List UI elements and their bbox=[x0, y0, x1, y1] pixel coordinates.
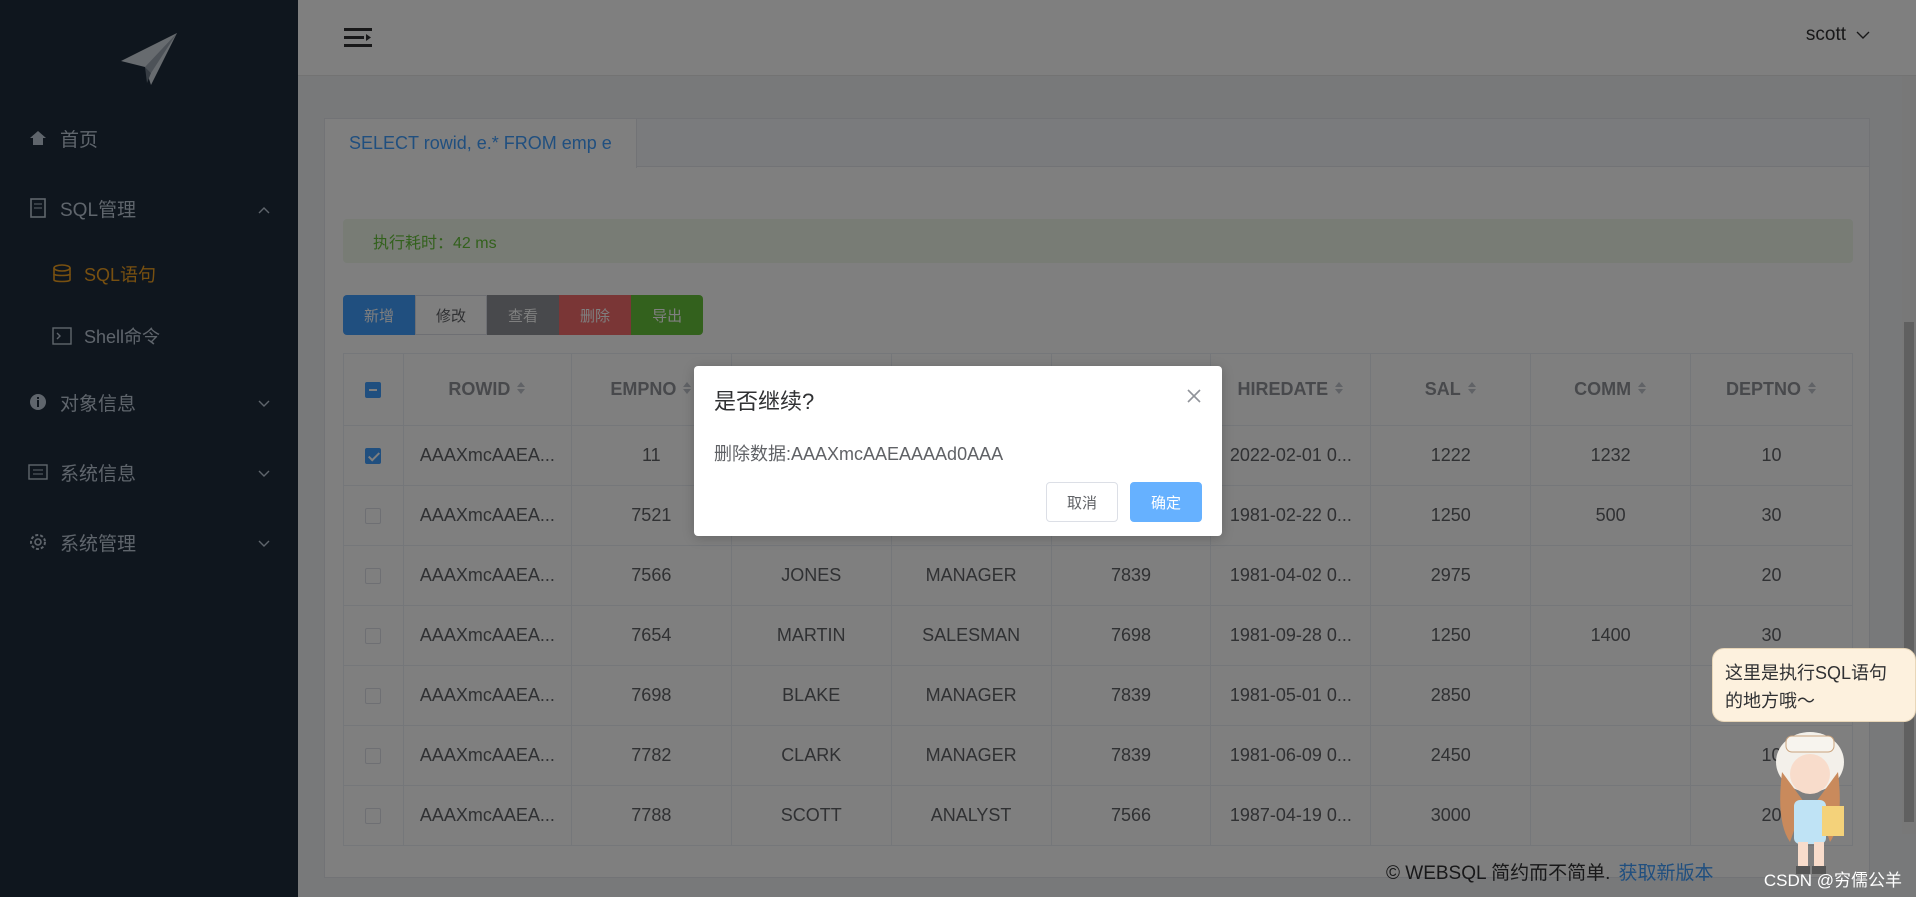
confirm-dialog: 是否继续? 删除数据:AAAXmcAAEAAAAd0AAA 取消 确定 bbox=[694, 366, 1222, 536]
dialog-message: 删除数据:AAAXmcAAEAAAAd0AAA bbox=[714, 444, 1004, 464]
close-icon[interactable] bbox=[1186, 388, 1202, 404]
cancel-button[interactable]: 取消 bbox=[1045, 482, 1118, 522]
confirm-button[interactable]: 确定 bbox=[1129, 482, 1202, 522]
dialog-buttons: 取消 确定 bbox=[1045, 482, 1202, 522]
csdn-watermark: CSDN @穷儒公羊 bbox=[1763, 871, 1902, 890]
dialog-title: 是否继续? bbox=[714, 389, 815, 414]
mascot-speech-bubble: 这里是执行SQL语句的地方哦～ bbox=[1712, 648, 1916, 722]
mascot-character[interactable] bbox=[1764, 722, 1860, 882]
